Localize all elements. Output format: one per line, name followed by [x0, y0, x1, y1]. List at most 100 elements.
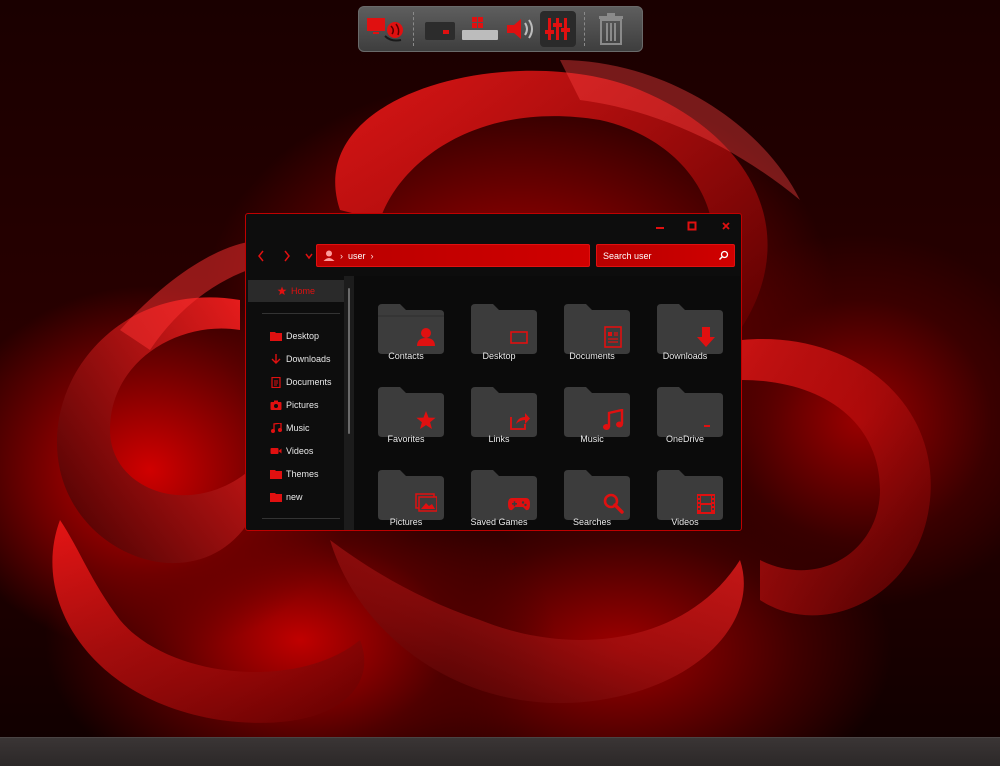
forward-button[interactable]: [278, 245, 296, 267]
folder-icon: [471, 304, 537, 354]
folder-label: Favorites: [387, 434, 425, 444]
search-icon: [718, 250, 729, 261]
chevron-down-icon: [305, 253, 313, 260]
gamepad-icon: [508, 498, 530, 511]
folder-label: Videos: [671, 517, 699, 527]
sidebar-home-label: Home: [290, 286, 315, 296]
taskbar[interactable]: [0, 737, 1000, 766]
navigation-pane: Home Desktop Downloads Documents Picture…: [248, 278, 346, 530]
person-icon: [417, 328, 435, 346]
sidebar-divider: [262, 313, 340, 314]
folder-tile-downloads[interactable]: Downloads: [645, 290, 725, 370]
sidebar-item-label: Desktop: [286, 331, 320, 341]
folder-tile-music[interactable]: Music: [552, 373, 632, 453]
star-icon: [277, 286, 287, 295]
maximize-button[interactable]: [684, 218, 700, 234]
search-box[interactable]: Search user: [596, 244, 735, 267]
sidebar-item-label: Music: [286, 423, 310, 433]
cloud-icon: [704, 425, 710, 427]
search-placeholder: Search user: [603, 250, 652, 261]
chevron-right-icon: [284, 250, 290, 262]
folder-tile-pictures[interactable]: Pictures: [366, 456, 446, 530]
breadcrumb-user[interactable]: user: [348, 251, 366, 261]
download-arrow-icon: [271, 354, 281, 364]
dock-item-volume[interactable]: [502, 11, 538, 47]
folder-label: Saved Games: [470, 517, 528, 527]
back-button[interactable]: [252, 245, 270, 267]
close-icon: [722, 222, 730, 230]
minimize-button[interactable]: [652, 218, 668, 234]
sidebar-item-label: new: [286, 492, 303, 502]
sidebar-item-videos[interactable]: Videos: [270, 442, 313, 460]
music-note-icon: [271, 423, 282, 433]
breadcrumb-separator: ›: [340, 250, 343, 261]
file-explorer-window: › user › Search user Home Desktop Downlo…: [245, 213, 742, 531]
folder-tile-searches[interactable]: Searches: [552, 456, 632, 530]
sidebar-item-label: Downloads: [286, 354, 331, 364]
folder-label: Downloads: [662, 351, 708, 361]
film-icon: [697, 494, 715, 514]
sidebar-item-desktop[interactable]: Desktop: [270, 327, 319, 345]
windows-drive-icon: [462, 17, 498, 40]
document-icon: [271, 376, 281, 388]
dock-item-recycle-bin[interactable]: [593, 11, 629, 47]
sidebar-item-home[interactable]: Home: [248, 280, 344, 302]
speaker-icon: [507, 19, 533, 39]
dock-item-mixer[interactable]: [540, 11, 576, 47]
music-note-icon: [603, 409, 624, 430]
folder-icon: [270, 470, 282, 479]
share-arrow-icon: [510, 413, 530, 430]
folder-tile-links[interactable]: Links: [459, 373, 539, 453]
sidebar-item-downloads[interactable]: Downloads: [270, 350, 331, 368]
close-button[interactable]: [718, 218, 734, 234]
folder-tile-videos[interactable]: Videos: [645, 456, 725, 530]
equalizer-icon: [545, 18, 570, 40]
folder-label: Pictures: [389, 517, 423, 527]
dock-item-network[interactable]: [365, 11, 405, 47]
folder-tile-saved-games[interactable]: Saved Games: [459, 456, 539, 530]
folder-tile-documents[interactable]: Documents: [552, 290, 632, 370]
sidebar-item-label: Pictures: [286, 400, 319, 410]
folder-tile-desktop[interactable]: Desktop: [459, 290, 539, 370]
navigation-scrollbar[interactable]: [348, 288, 350, 434]
folder-view: Contacts Desktop Documents Downloads Fav…: [354, 276, 740, 530]
star-icon: [416, 411, 436, 429]
download-arrow-icon: [697, 327, 715, 347]
monitor-icon: [510, 331, 528, 344]
folder-tile-contacts[interactable]: Contacts: [366, 290, 446, 370]
folder-label: Contacts: [388, 351, 424, 361]
sidebar-item-label: Themes: [286, 469, 319, 479]
maximize-icon: [687, 221, 697, 231]
sidebar-item-new[interactable]: new: [270, 488, 303, 506]
dock-separator: [413, 12, 414, 46]
folder-label: Searches: [572, 517, 612, 527]
dock-item-drive[interactable]: [422, 11, 458, 47]
folder-icon: [657, 387, 723, 437]
sidebar-item-music[interactable]: Music: [270, 419, 310, 437]
sidebar-item-pictures[interactable]: Pictures: [270, 396, 319, 414]
dock-separator: [584, 12, 585, 46]
folder-icon: [471, 470, 537, 520]
chevron-left-icon: [258, 250, 264, 262]
folder-label: Links: [488, 434, 510, 444]
folder-label: Documents: [569, 351, 615, 361]
sidebar-item-themes[interactable]: Themes: [270, 465, 319, 483]
folder-tile-onedrive[interactable]: OneDrive: [645, 373, 725, 453]
trash-bin-icon: [599, 13, 623, 45]
breadcrumb-separator: ›: [370, 250, 374, 261]
camera-icon: [270, 400, 282, 410]
sidebar-item-documents[interactable]: Documents: [270, 373, 332, 391]
network-globe-icon: [367, 18, 403, 42]
sidebar-item-label: Documents: [286, 377, 332, 387]
sidebar-divider: [262, 518, 340, 519]
folder-icon: [270, 332, 282, 341]
address-bar[interactable]: › user ›: [316, 244, 590, 267]
hard-drive-icon: [425, 22, 455, 40]
video-camera-icon: [270, 448, 282, 454]
minimize-icon: [656, 227, 664, 229]
folder-tile-favorites[interactable]: Favorites: [366, 373, 446, 453]
dock-item-windows-drive[interactable]: [460, 11, 500, 47]
sidebar-item-label: Videos: [286, 446, 314, 456]
magnifier-icon: [603, 493, 624, 514]
folder-label: Music: [580, 434, 604, 444]
